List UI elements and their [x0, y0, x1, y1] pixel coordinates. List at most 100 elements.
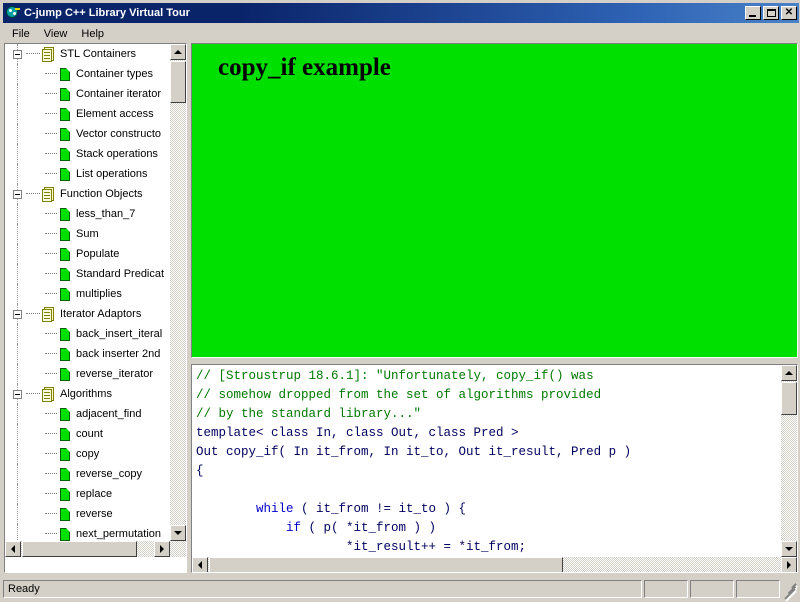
tree-item[interactable]: replace: [5, 484, 173, 504]
tree-item-label: count: [76, 427, 103, 440]
code-horizontal-scroll-thumb[interactable]: [209, 557, 563, 572]
application-window: C-jump C++ Library Virtual Tour ✕ File V…: [0, 0, 800, 602]
code-line: // by the standard library...": [196, 407, 422, 421]
topic-tree-viewport[interactable]: STL Containers Container types Container i…: [5, 44, 173, 557]
code-keyword: while: [256, 502, 294, 516]
tree-expander-icon[interactable]: [13, 189, 22, 199]
topic-tree-panel[interactable]: STL Containers Container types Container i…: [4, 43, 187, 573]
tree-scroll-left-button[interactable]: [5, 541, 21, 557]
tree-item[interactable]: back inserter 2nd: [5, 344, 173, 364]
tree-connector: [26, 313, 40, 315]
tree-scroll-up-button[interactable]: [170, 44, 186, 60]
code-scroll-right-button[interactable]: [781, 557, 797, 572]
close-button[interactable]: ✕: [781, 6, 797, 20]
tree-item[interactable]: List operations: [5, 164, 173, 184]
tree-item[interactable]: count: [5, 424, 173, 444]
tree-item[interactable]: reverse_iterator: [5, 364, 173, 384]
folder-pages-icon: [42, 186, 55, 202]
tree-item-label: next_permutation: [76, 527, 161, 540]
tree-item-label: Function Objects: [60, 187, 143, 200]
tree-guide-line: [17, 144, 19, 164]
code-viewport[interactable]: // [Stroustrup 18.6.1]: "Unfortunately, …: [192, 365, 782, 557]
tree-vertical-scroll-thumb[interactable]: [170, 61, 186, 103]
green-page-icon: [59, 87, 71, 102]
code-line: while ( it_from != it_to ) {: [196, 500, 782, 519]
tree-connector: [45, 473, 57, 475]
tree-item[interactable]: Algorithms: [5, 384, 173, 404]
tree-scroll-right-button[interactable]: [154, 541, 170, 557]
tree-guide-line: [17, 324, 19, 344]
tree-item[interactable]: copy: [5, 444, 173, 464]
tree-item[interactable]: STL Containers: [5, 44, 173, 64]
title-bar: C-jump C++ Library Virtual Tour ✕: [3, 3, 799, 23]
tree-guide-line: [17, 244, 19, 264]
code-scroll-down-button[interactable]: [781, 541, 797, 557]
minimize-button[interactable]: [745, 6, 761, 20]
tree-guide-line: [17, 504, 19, 524]
tree-item-label: reverse_copy: [76, 467, 143, 480]
tree-connector: [45, 493, 57, 495]
green-page-icon: [59, 367, 71, 382]
code-vertical-scrollbar[interactable]: [781, 365, 797, 557]
tree-item[interactable]: back_insert_iteral: [5, 324, 173, 344]
tree-item[interactable]: Populate: [5, 244, 173, 264]
tree-horizontal-scrollbar[interactable]: [5, 541, 186, 557]
code-segment: ( it_from != it_to ) {: [293, 502, 467, 516]
tree-item[interactable]: Stack operations: [5, 144, 173, 164]
tree-item[interactable]: less_than_7: [5, 204, 173, 224]
tree-expander-icon[interactable]: [13, 309, 22, 319]
status-pane-3: [736, 580, 780, 598]
tree-item[interactable]: Standard Predicat: [5, 264, 173, 284]
tree-connector: [45, 133, 57, 135]
tree-item[interactable]: reverse: [5, 504, 173, 524]
green-page-icon: [59, 347, 71, 362]
tree-item[interactable]: adjacent_find: [5, 404, 173, 424]
tree-guide-line: [17, 484, 19, 504]
tree-item[interactable]: multiplies: [5, 284, 173, 304]
code-horizontal-scrollbar[interactable]: [192, 557, 797, 572]
green-page-icon: [59, 247, 71, 262]
code-keyword: if: [286, 521, 302, 535]
tree-item-label: less_than_7: [76, 207, 136, 220]
tree-scroll-down-button[interactable]: [170, 525, 186, 541]
green-page-icon: [59, 407, 71, 422]
tree-item[interactable]: Container types: [5, 64, 173, 84]
menu-item-view[interactable]: View: [37, 26, 75, 42]
maximize-button[interactable]: [763, 6, 779, 20]
code-scroll-left-button[interactable]: [192, 557, 208, 572]
tree-expander-icon[interactable]: [13, 389, 22, 399]
tree-vertical-scrollbar[interactable]: [170, 44, 186, 541]
code-view-panel[interactable]: // [Stroustrup 18.6.1]: "Unfortunately, …: [191, 364, 798, 573]
tree-expander-icon[interactable]: [13, 49, 22, 59]
tree-connector: [45, 413, 57, 415]
tree-item[interactable]: reverse_copy: [5, 464, 173, 484]
tree-connector: [45, 353, 57, 355]
green-page-icon: [59, 267, 71, 282]
tree-connector: [45, 453, 57, 455]
tree-connector: [45, 373, 57, 375]
tree-item[interactable]: Vector constructo: [5, 124, 173, 144]
tree-item[interactable]: Iterator Adaptors: [5, 304, 173, 324]
tree-item[interactable]: Function Objects: [5, 184, 173, 204]
folder-pages-icon: [42, 386, 55, 402]
tree-item[interactable]: Element access: [5, 104, 173, 124]
menu-item-file[interactable]: File: [5, 26, 37, 42]
tree-item[interactable]: Container iterator: [5, 84, 173, 104]
tree-connector: [45, 273, 57, 275]
resize-grip-icon[interactable]: [782, 581, 798, 602]
tree-guide-line: [17, 64, 19, 84]
tree-guide-line: [17, 284, 19, 304]
code-scroll-up-button[interactable]: [781, 365, 797, 381]
tree-item-label: replace: [76, 487, 113, 500]
tree-connector: [45, 293, 57, 295]
tree-connector: [45, 233, 57, 235]
menu-item-help[interactable]: Help: [74, 26, 111, 42]
code-line: *it_result++ = *it_from;: [196, 540, 527, 554]
tree-item[interactable]: Sum: [5, 224, 173, 244]
tree-connector: [45, 433, 57, 435]
tree-item-label: Container iterator: [76, 87, 161, 100]
green-page-icon: [59, 227, 71, 242]
tree-horizontal-scroll-thumb[interactable]: [22, 541, 137, 557]
code-vertical-scroll-thumb[interactable]: [781, 382, 797, 415]
